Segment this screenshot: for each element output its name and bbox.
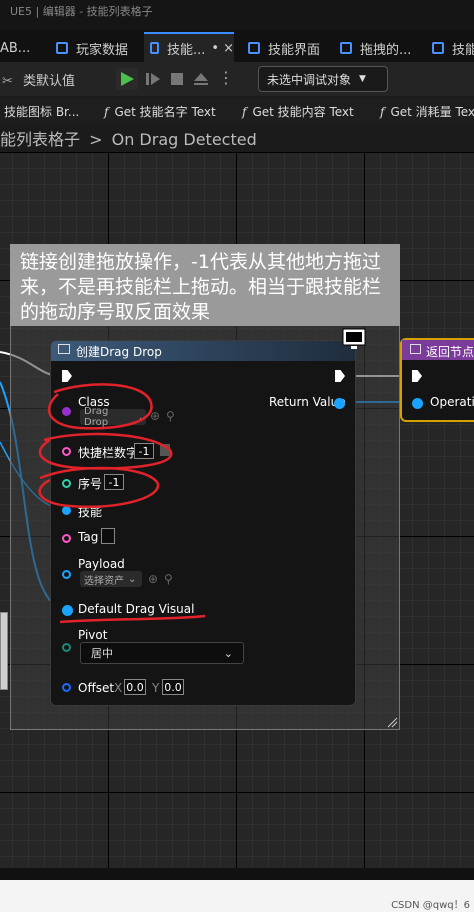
- function-icon: [410, 344, 421, 354]
- tab-drag[interactable]: 拖拽的...: [340, 34, 411, 62]
- close-icon[interactable]: ×: [223, 41, 234, 56]
- window-title-bar: UE5 | 编辑器 - 技能列表格子: [0, 0, 474, 30]
- return-value-pin[interactable]: [334, 398, 345, 409]
- node-title: 创建Drag Drop: [76, 345, 162, 359]
- tab-skill-bar[interactable]: 技能栏: [432, 34, 474, 62]
- comment-text[interactable]: 链接创建拖放操作，-1代表从其他地方拖过来，不是再技能栏上拖动。相当于跟技能栏的…: [20, 250, 395, 325]
- window-title: UE5 | 编辑器 - 技能列表格子: [10, 5, 153, 18]
- blueprint-icon: [150, 42, 160, 54]
- class-defaults-label: 类默认值: [23, 74, 76, 89]
- settings-icon: ✂: [2, 74, 13, 89]
- tab-skill-active[interactable]: 技能... • ×: [144, 32, 234, 62]
- pivot-label: Pivot: [78, 628, 108, 642]
- monitor-icon: [342, 328, 366, 349]
- pivot-value: 居中: [91, 647, 113, 660]
- return-node-title: 返回节点: [426, 345, 474, 359]
- eject-button[interactable]: [190, 68, 212, 90]
- stop-button[interactable]: [166, 68, 188, 90]
- offset-pin[interactable]: [62, 683, 71, 692]
- step-icon: [146, 73, 160, 85]
- operation-label: Operation: [430, 395, 474, 409]
- function-tab-label: 技能图标 Br...: [4, 105, 80, 119]
- function-tab-get-name[interactable]: f Get 技能名字 Text: [104, 103, 216, 120]
- breadcrumb-separator: >: [89, 130, 103, 149]
- function-tab-get-cost[interactable]: f Get 消耗量 Text: [380, 103, 474, 120]
- resize-grip-icon[interactable]: [386, 716, 398, 728]
- tab-ab[interactable]: AB...: [0, 34, 30, 62]
- tab-label: AB...: [0, 40, 31, 56]
- offset-x-label: X: [114, 681, 123, 695]
- offset-y-label: Y: [152, 681, 160, 695]
- breadcrumb: 能列表格子 > On Drag Detected: [0, 126, 257, 150]
- function-tab-get-content[interactable]: f Get 技能内容 Text: [242, 103, 354, 120]
- eject-icon: [194, 73, 208, 85]
- play-button[interactable]: [116, 68, 138, 90]
- tab-player-data[interactable]: 玩家数据: [56, 34, 128, 62]
- function-icon: f: [380, 105, 385, 119]
- function-tab-icon-brush[interactable]: 技能图标 Br...: [4, 103, 79, 120]
- breadcrumb-parent[interactable]: 能列表格子: [0, 130, 80, 149]
- chevron-down-icon: ▼: [359, 74, 366, 84]
- tab-label: 拖拽的...: [360, 42, 412, 58]
- offset-x-input[interactable]: 0.0: [124, 679, 146, 695]
- blueprint-icon: [248, 42, 260, 54]
- blueprint-icon: [432, 42, 444, 54]
- function-icon: f: [104, 105, 109, 119]
- tab-label: 技能界面: [268, 42, 321, 58]
- operation-pin[interactable]: [412, 398, 423, 409]
- blueprint-icon: [340, 42, 352, 54]
- function-icon: f: [242, 105, 247, 119]
- pivot-pin[interactable]: [62, 643, 71, 652]
- function-tab-label: Get 消耗量 Text: [390, 105, 474, 119]
- blueprint-icon: [56, 42, 68, 54]
- function-icon: [58, 344, 70, 354]
- tab-label: 技能栏: [452, 42, 474, 58]
- chevron-down-icon: ⌄: [223, 646, 233, 660]
- offset-label: Offset: [78, 681, 115, 695]
- debug-object-dropdown[interactable]: 未选中调试对象 ▼: [258, 66, 388, 92]
- tab-skill-ui[interactable]: 技能界面: [248, 34, 320, 62]
- watermark: CSDN @qwq！6: [391, 900, 470, 911]
- function-tab-label: Get 技能内容 Text: [252, 105, 354, 119]
- pivot-dropdown[interactable]: 居中 ⌄: [80, 642, 244, 664]
- step-button[interactable]: [142, 68, 164, 90]
- function-tab-label: Get 技能名字 Text: [114, 105, 216, 119]
- tab-label: 技能...: [167, 42, 206, 58]
- red-annotation-marks: [38, 383, 206, 624]
- tab-label: 玩家数据: [76, 42, 129, 58]
- breadcrumb-current: On Drag Detected: [111, 130, 257, 149]
- debug-object-value: 未选中调试对象: [267, 72, 352, 87]
- unsaved-dot-icon: •: [211, 40, 220, 56]
- stop-icon: [171, 73, 183, 85]
- more-options-icon[interactable]: ⋮: [218, 68, 234, 87]
- class-defaults-button[interactable]: ✂ 类默认值: [2, 70, 75, 94]
- offset-y-input[interactable]: 0.0: [162, 679, 184, 695]
- play-icon: [121, 72, 134, 86]
